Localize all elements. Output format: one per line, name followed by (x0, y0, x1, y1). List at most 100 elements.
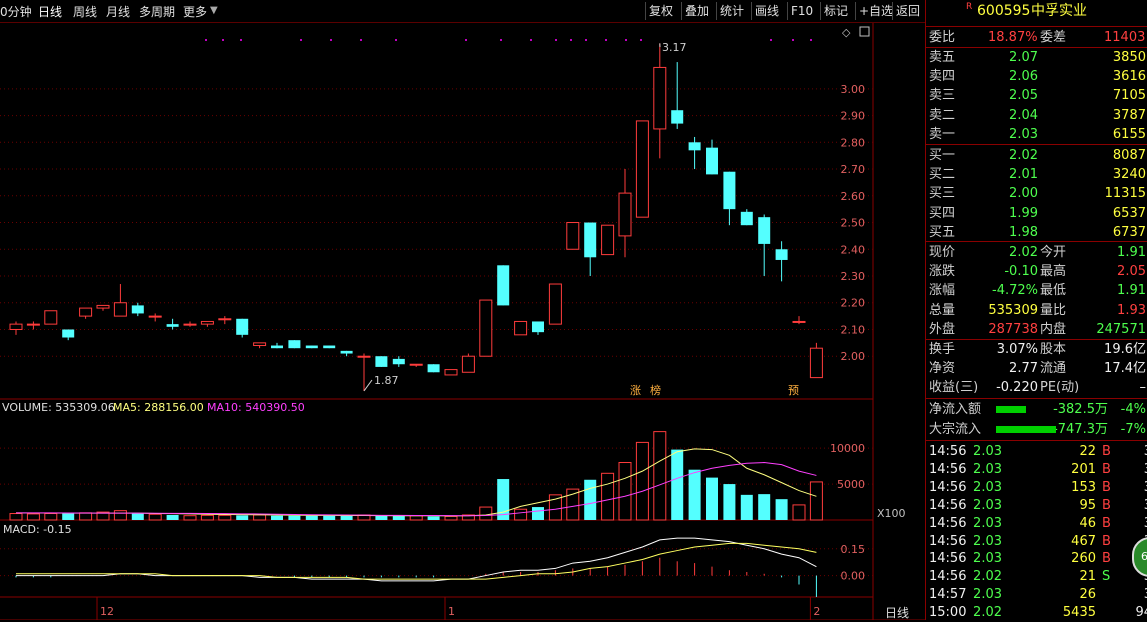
tick-direction: B (1102, 478, 1111, 497)
candle-body-up (636, 121, 648, 217)
period-day[interactable]: 日线 (38, 3, 62, 20)
period-label[interactable]: 日线 (885, 606, 909, 620)
chart-corner-icons: ◇ (842, 26, 869, 39)
macd-layer: 0.150.00 (0, 538, 873, 597)
low-leader (364, 380, 372, 391)
volume-bar-up (515, 509, 527, 520)
volume-bar-down (236, 515, 248, 520)
candle-body-down (341, 351, 353, 354)
fund-value: -0.220 (996, 378, 1038, 397)
fuquan-button[interactable]: 复权 (645, 2, 676, 20)
kline-chart[interactable]: 3.002.902.802.702.602.502.402.302.202.10… (0, 23, 925, 620)
stock-name: 中孚实业 (1031, 2, 1087, 21)
fund-row: 净资2.77流通17.4亿 (926, 359, 1147, 378)
period-month[interactable]: 月线 (106, 3, 130, 20)
candle-body-down (497, 265, 509, 305)
candle-body-up (480, 300, 492, 356)
price-tick: 2.40 (841, 243, 866, 256)
high-annotation: 3.17 (662, 41, 687, 54)
buy-row: 买三2.0011315 (926, 184, 1147, 203)
back-button[interactable]: 返回 (892, 2, 923, 20)
event-marker (570, 39, 572, 41)
tick-price: 2.03 (973, 514, 1002, 533)
stats-button[interactable]: 统计 (716, 2, 747, 20)
price-tick: 2.60 (841, 190, 866, 203)
fund-value-2: 17.4亿 (1104, 359, 1146, 378)
fund-value-2: 19.6亿 (1104, 340, 1146, 359)
diamond-icon[interactable]: ◇ (842, 26, 851, 39)
candle-body-down (62, 329, 74, 337)
tick-count: 94 (1135, 603, 1147, 622)
quote-row: 外盘287738内盘247571 (926, 320, 1147, 339)
volume-bar-down (132, 514, 144, 520)
event-marker (500, 39, 502, 41)
volume-bar-down (341, 516, 353, 520)
candle-body-down (393, 359, 405, 364)
sell-level-label: 卖一 (929, 125, 955, 144)
quote-label: 总量 (929, 301, 955, 320)
event-marker (792, 39, 794, 41)
quote-row: 涨跌-0.10最高2.05 (926, 262, 1147, 281)
volume-bar-down (776, 499, 788, 520)
tick-direction: B (1102, 549, 1111, 568)
candle-body-up (810, 348, 822, 377)
period-week[interactable]: 周线 (73, 3, 97, 20)
candles-layer (10, 43, 822, 391)
sell-row: 卖四2.063616 (926, 67, 1147, 86)
event-marker (465, 39, 467, 41)
volume-bar-up (114, 511, 126, 520)
volume-bar-down (393, 516, 405, 520)
weibi-value: 18.87% (988, 28, 1038, 47)
f10-button[interactable]: F10 (787, 2, 816, 20)
candle-body-up (184, 324, 196, 325)
quote-row: 总量535309量比1.93 (926, 301, 1147, 320)
sell-row: 卖三2.057105 (926, 86, 1147, 105)
x-tick-label: 2 (813, 605, 820, 618)
candle-body-up (410, 364, 422, 365)
flow-pct: -4% (1121, 400, 1146, 419)
sell-level-label: 卖四 (929, 67, 955, 86)
sell-volume: 3616 (1113, 67, 1146, 86)
rights-badge: R (966, 0, 972, 17)
buy-price: 2.00 (1009, 184, 1038, 203)
draw-line-button[interactable]: 画线 (751, 2, 782, 20)
volume-bar-up (793, 505, 805, 520)
volume-bar-up (410, 516, 422, 520)
volume-bar-up (636, 442, 648, 520)
quote-label: 现价 (929, 243, 955, 262)
volume-bar-up (549, 495, 561, 520)
tick-volume: 95 (1079, 496, 1096, 515)
window-icon[interactable] (860, 27, 869, 36)
sell-price: 2.03 (1009, 125, 1038, 144)
quote-label: 外盘 (929, 320, 955, 339)
tick-price: 2.02 (973, 567, 1002, 586)
tick-volume: 5435 (1063, 603, 1096, 622)
candle-body-down (375, 356, 387, 367)
period-more[interactable]: 更多 (183, 3, 207, 20)
period-multi[interactable]: 多周期 (139, 3, 175, 20)
tick-time: 15:00 (929, 603, 966, 622)
candle-body-up (201, 321, 213, 324)
event-marker (585, 39, 587, 41)
quote-value: -0.10 (1004, 262, 1038, 281)
volume-bar-down (532, 507, 544, 520)
quote-label: 涨幅 (929, 281, 955, 300)
candle-body-up (254, 343, 266, 346)
overlay-button[interactable]: 叠加 (681, 2, 712, 20)
quote-value-2: 2.05 (1117, 262, 1146, 281)
event-marker (810, 39, 812, 41)
weibi-row: 委比 18.87% 委差 11403 (926, 28, 1147, 47)
tick-time: 14:56 (929, 478, 966, 497)
period-10min[interactable]: 0分钟 (0, 3, 32, 20)
quote-label: 涨跌 (929, 262, 955, 281)
mark-button[interactable]: 标记 (820, 2, 851, 20)
flow-bar (996, 426, 1056, 433)
volume-bar-down (723, 484, 735, 520)
more-dropdown-icon[interactable]: ▼ (210, 5, 218, 16)
buy-level-label: 买三 (929, 184, 955, 203)
tick-row: 14:562.03153B3 (926, 478, 1147, 497)
add-favorite-button[interactable]: +自选 (855, 2, 896, 20)
stock-header: R 600595 中孚实业 (926, 2, 1147, 22)
candle-body-down (723, 172, 735, 209)
tick-direction: B (1102, 460, 1111, 479)
